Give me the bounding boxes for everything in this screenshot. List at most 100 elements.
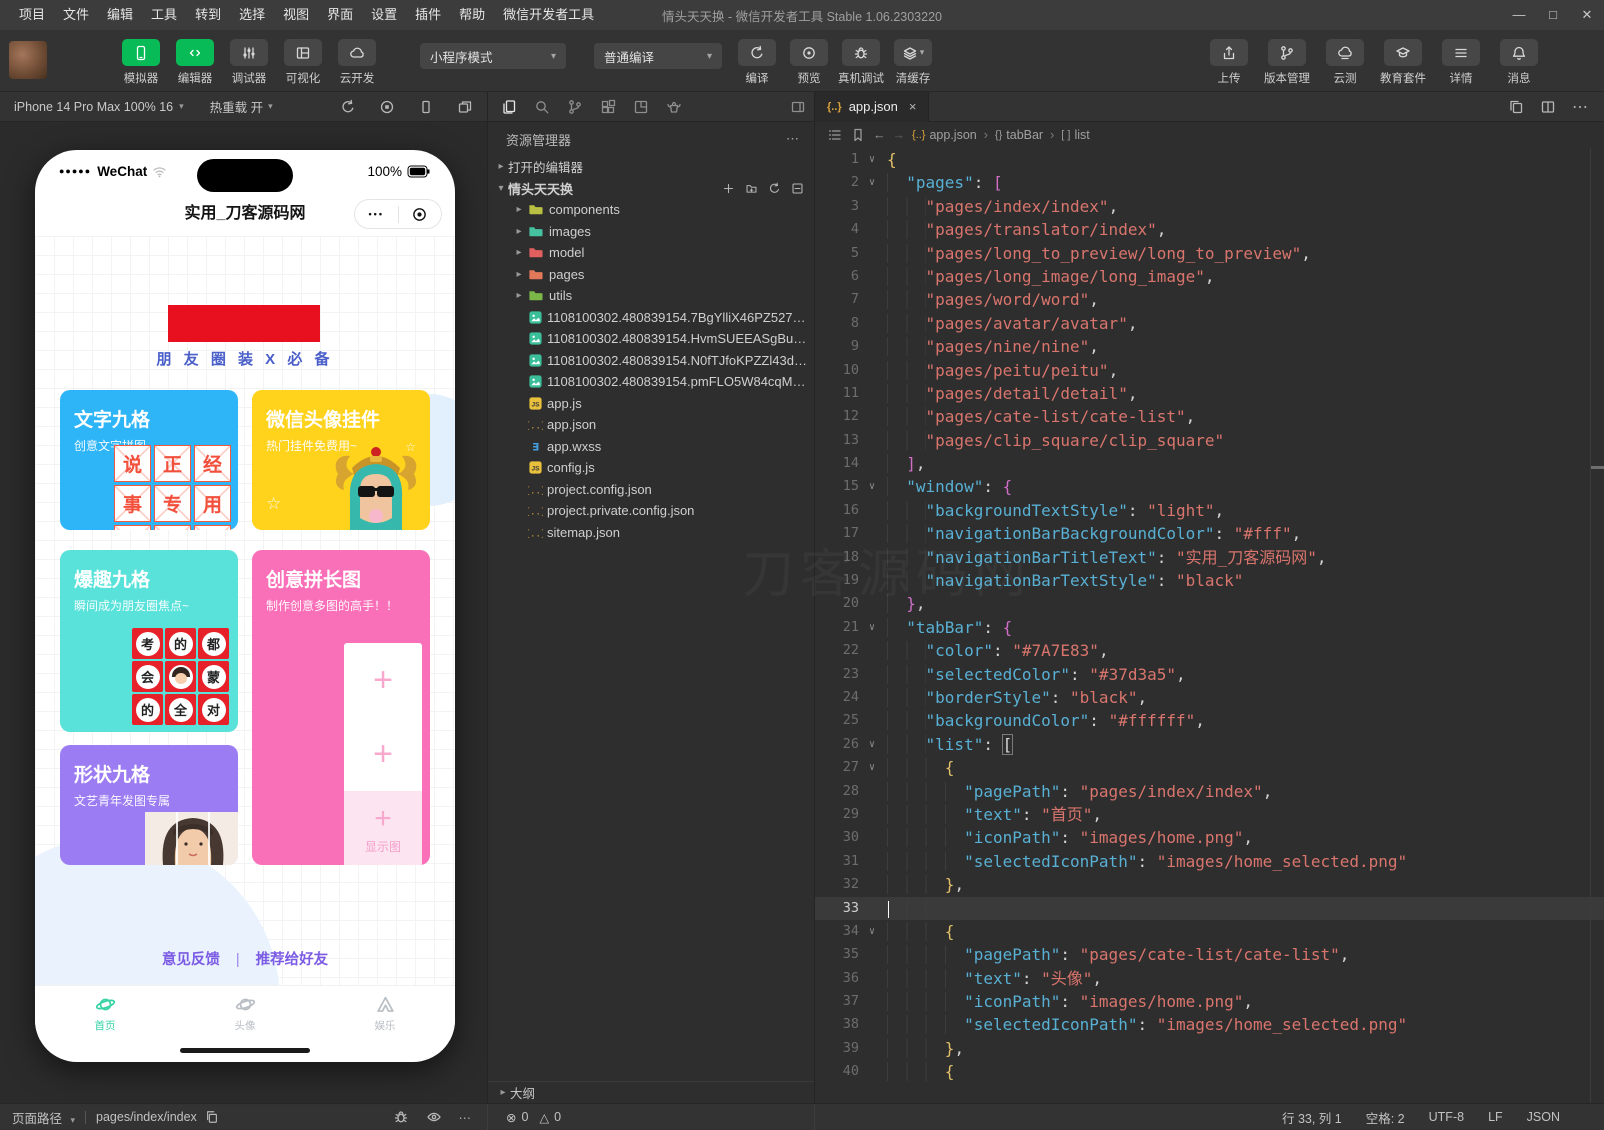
toolbar-button-调试器[interactable]: 调试器 (226, 39, 272, 86)
fold-arrow-icon[interactable]: ∨ (859, 733, 885, 756)
feedback-link[interactable]: 意见反馈 (162, 952, 220, 968)
close-button[interactable]: ✕ (1570, 0, 1604, 30)
record-stop-icon[interactable] (379, 99, 395, 115)
menu-视图[interactable]: 视图 (274, 0, 318, 30)
multi-window-icon[interactable] (457, 99, 473, 115)
toolbar-button-消息[interactable]: 消息 (1496, 39, 1542, 86)
toolbar-button-真机调试[interactable]: 真机调试 (838, 39, 884, 86)
layout-icon[interactable] (633, 99, 649, 115)
tree-folder-utils[interactable]: ▸utils (488, 285, 814, 307)
back-arrow-icon[interactable]: ← (873, 128, 886, 142)
tree-file[interactable]: {..}sitemap.json (488, 522, 814, 544)
toolbar-button-预览[interactable]: 预览 (786, 39, 832, 86)
breadcrumb-tabbar[interactable]: {} tabBar (995, 128, 1043, 142)
more-menu-button[interactable]: ••• (355, 192, 398, 236)
tree-file[interactable]: {..}project.private.config.json (488, 500, 814, 522)
menu-编辑[interactable]: 编辑 (98, 0, 142, 30)
fold-arrow-icon[interactable]: ∨ (859, 616, 885, 639)
toolbar-button-上传[interactable]: 上传 (1206, 39, 1252, 86)
scrollbar-thumb[interactable] (1591, 466, 1604, 469)
tree-file[interactable]: JSconfig.js (488, 457, 814, 479)
status-item-3[interactable]: LF (1488, 1110, 1503, 1124)
scrollbar[interactable] (1590, 148, 1591, 1103)
eye-icon[interactable] (426, 1109, 442, 1125)
status-item-2[interactable]: UTF-8 (1429, 1110, 1464, 1124)
menu-文件[interactable]: 文件 (54, 0, 98, 30)
tree-file[interactable]: JSapp.js (488, 393, 814, 415)
more-actions-icon[interactable]: ⋯ (459, 1110, 472, 1125)
new-folder-icon[interactable] (745, 182, 758, 195)
menu-选择[interactable]: 选择 (230, 0, 274, 30)
copy-icon[interactable] (205, 1110, 219, 1124)
toolbar-button-编译[interactable]: 编译 (734, 39, 780, 86)
fold-arrow-icon[interactable]: ∨ (859, 920, 885, 943)
more-actions-icon[interactable]: ⋯ (1572, 97, 1588, 117)
status-item-1[interactable]: 空格: 2 (1366, 1108, 1405, 1127)
split-editor-icon[interactable] (1540, 99, 1556, 115)
user-avatar[interactable] (9, 41, 47, 79)
menu-界面[interactable]: 界面 (318, 0, 362, 30)
forward-arrow-icon[interactable]: → (893, 128, 906, 142)
code-editor[interactable]: 1∨{2∨ "pages": [3 "pages/index/index",4 … (815, 148, 1604, 1103)
card-text-nine-grid[interactable]: 文字九格 创意文字拼图 说正经事专用 (60, 390, 238, 530)
tree-section-open-editors[interactable]: ▸打开的编辑器 (488, 156, 814, 178)
toggle-panel-icon[interactable] (790, 99, 806, 115)
tree-folder-model[interactable]: ▸model (488, 242, 814, 264)
tree-project-root[interactable]: ▾情头天天换 (488, 178, 814, 200)
menu-设置[interactable]: 设置 (362, 0, 406, 30)
menu-转到[interactable]: 转到 (186, 0, 230, 30)
toolbar-button-编辑器[interactable]: 编辑器 (172, 39, 218, 86)
close-tab-icon[interactable]: × (909, 99, 917, 114)
menu-插件[interactable]: 插件 (406, 0, 450, 30)
menu-微信开发者工具[interactable]: 微信开发者工具 (494, 0, 603, 30)
tree-file[interactable]: {..}app.json (488, 414, 814, 436)
device-frame-icon[interactable] (418, 99, 434, 115)
refresh-icon[interactable] (768, 182, 781, 195)
mode-select[interactable]: 小程序模式 ▾ (420, 43, 566, 69)
share-link[interactable]: 推荐给好友 (256, 952, 329, 968)
tree-file[interactable]: 1108100302.480839154.N0fTJfoKPZZl43d31c4… (488, 350, 814, 372)
fold-arrow-icon[interactable]: ∨ (859, 148, 885, 171)
bookmark-icon[interactable] (850, 127, 866, 143)
outline-list-icon[interactable] (827, 127, 843, 143)
extensions-icon[interactable] (600, 99, 616, 115)
card-avatar-widget[interactable]: 微信头像挂件 热门挂件免费用~ ☆ ☆ (252, 390, 430, 530)
fold-arrow-icon[interactable]: ∨ (859, 475, 885, 498)
errors-icon[interactable]: ⊗ (506, 1110, 516, 1125)
device-select[interactable]: iPhone 14 Pro Max 100% 16 ▾ (14, 100, 184, 114)
menu-工具[interactable]: 工具 (142, 0, 186, 30)
breadcrumb-list[interactable]: [ ] list (1061, 128, 1089, 142)
fold-arrow-icon[interactable]: ∨ (859, 171, 885, 194)
tree-folder-pages[interactable]: ▸pages (488, 264, 814, 286)
open-changes-icon[interactable] (1508, 99, 1524, 115)
status-item-0[interactable]: 行 33, 列 1 (1282, 1108, 1342, 1127)
refresh-icon[interactable] (340, 99, 356, 115)
promo-banner[interactable] (168, 305, 320, 342)
collapse-all-icon[interactable] (791, 182, 804, 195)
git-branch-icon[interactable] (567, 99, 583, 115)
hot-reload-toggle[interactable]: 热重载 开 ▾ (210, 97, 273, 116)
compile-mode-select[interactable]: 普通编译 ▾ (594, 43, 722, 69)
teapot-icon[interactable] (666, 99, 682, 115)
tree-file[interactable]: 1108100302.480839154.pmFLO5W84cqM998f... (488, 371, 814, 393)
toolbar-button-可视化[interactable]: 可视化 (280, 39, 326, 86)
outline-section[interactable]: ▸ 大纲 (488, 1081, 814, 1103)
breadcrumb-file[interactable]: {..} app.json (912, 128, 977, 142)
menu-项目[interactable]: 项目 (10, 0, 54, 30)
search-icon[interactable] (534, 99, 550, 115)
status-item-4[interactable]: JSON (1527, 1110, 1560, 1124)
toolbar-button-版本管理[interactable]: 版本管理 (1264, 39, 1310, 86)
tab-app-json[interactable]: {..} app.json × (815, 92, 929, 122)
card-long-image[interactable]: 创意拼长图 制作创意多图的高手！！ + + +显示图 (252, 550, 430, 865)
warnings-icon[interactable]: △ (539, 1110, 549, 1125)
phone-tab-头像[interactable]: 头像 (175, 986, 315, 1040)
more-actions-icon[interactable]: ⋯ (786, 131, 800, 147)
phone-tab-娱乐[interactable]: 娱乐 (315, 986, 455, 1040)
tree-file[interactable]: {..}project.config.json (488, 479, 814, 501)
toolbar-button-模拟器[interactable]: 模拟器 (118, 39, 164, 86)
phone-tab-首页[interactable]: 首页 (35, 986, 175, 1040)
card-fun-nine-grid[interactable]: 爆趣九格 瞬间成为朋友圈焦点~ 考的都会蒙的全对 (60, 550, 238, 732)
toolbar-button-云开发[interactable]: 云开发 (334, 39, 380, 86)
card-shape-nine-grid[interactable]: 形状九格 文艺青年发图专属 (60, 745, 238, 865)
maximize-button[interactable]: □ (1536, 0, 1570, 30)
